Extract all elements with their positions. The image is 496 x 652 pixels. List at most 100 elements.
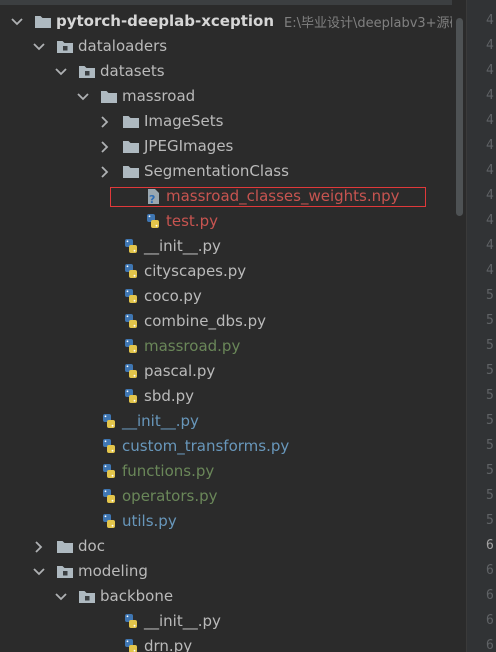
tree-item-imagesets[interactable]: ImageSets: [0, 109, 223, 134]
tree-item-label: ImageSets: [144, 112, 224, 130]
arrow-spacer: [98, 315, 112, 329]
line-number: 5: [486, 438, 494, 453]
python-file-icon: [144, 214, 162, 230]
line-number: 6: [486, 638, 494, 652]
tree-item-root[interactable]: pytorch-deeplab-xception E:\毕业设计\deeplabv…: [0, 9, 452, 34]
arrow-spacer: [76, 415, 90, 429]
tree-item-label: __init__.py: [122, 412, 199, 430]
python-file-icon: [122, 339, 140, 355]
line-number: 5: [486, 288, 494, 303]
chevron-down-icon[interactable]: [54, 65, 68, 79]
project-tree[interactable]: pytorch-deeplab-xception E:\毕业设计\deeplabv…: [0, 0, 452, 652]
line-number: 4: [486, 188, 494, 203]
tree-item-utils-py[interactable]: utils.py: [0, 509, 177, 534]
chevron-right-icon[interactable]: [98, 140, 112, 154]
tree-item-init-py-dataloaders[interactable]: __init__.py: [0, 409, 199, 434]
chevron-down-icon[interactable]: [32, 40, 46, 54]
editor-line-gutter: 4 4 4 4 4 4 4 4 4 4 4 5 5 5 5 5 5 5 5 5 5 6 6 6 6 6: [466, 0, 496, 652]
tree-item-label: test.py: [166, 212, 218, 230]
tree-item-label: pascal.py: [144, 362, 216, 380]
line-number: 5: [486, 363, 494, 378]
tree-item-doc[interactable]: doc: [0, 534, 105, 559]
python-file-icon: [122, 239, 140, 255]
tree-item-pascal-py[interactable]: pascal.py: [0, 359, 215, 384]
tree-item-sbd-py[interactable]: sbd.py: [0, 384, 194, 409]
tree-item-massroad-py[interactable]: massroad.py: [0, 334, 240, 359]
package-folder-icon: [78, 64, 96, 80]
tree-item-functions-py[interactable]: functions.py: [0, 459, 214, 484]
tree-item-segmentationclass[interactable]: SegmentationClass: [0, 159, 289, 184]
line-number: 5: [486, 388, 494, 403]
python-file-icon: [122, 364, 140, 380]
arrow-spacer: [76, 440, 90, 454]
line-number: 4: [486, 63, 494, 78]
tree-item-label: backbone: [100, 587, 174, 605]
tree-item-operators-py[interactable]: operators.py: [0, 484, 218, 509]
tree-item-label: sbd.py: [144, 387, 195, 405]
tree-item-drn-py[interactable]: drn.py: [0, 634, 192, 652]
package-folder-icon: [78, 589, 96, 605]
line-number: 4: [486, 88, 494, 103]
python-file-icon: [100, 514, 118, 530]
tree-item-label: coco.py: [144, 287, 202, 305]
arrow-spacer: [98, 265, 112, 279]
line-number: 5: [486, 338, 494, 353]
project-path-hint: E:\毕业设计\deeplabv3+源码: [284, 16, 452, 31]
chevron-down-icon[interactable]: [54, 590, 68, 604]
line-number: 4: [486, 113, 494, 128]
python-file-icon: [100, 464, 118, 480]
python-file-icon: [122, 264, 140, 280]
tree-item-backbone[interactable]: backbone: [0, 584, 173, 609]
tree-item-combine-dbs-py[interactable]: combine_dbs.py: [0, 309, 266, 334]
tree-item-label: operators.py: [122, 487, 218, 505]
line-number: 5: [486, 488, 494, 503]
line-number: 6: [486, 538, 494, 553]
arrow-spacer: [98, 290, 112, 304]
chevron-right-icon[interactable]: [98, 115, 112, 129]
arrow-spacer: [76, 515, 90, 529]
tree-item-cityscapes-py[interactable]: cityscapes.py: [0, 259, 246, 284]
line-number: 4: [486, 213, 494, 228]
folder-icon: [122, 139, 140, 155]
arrow-spacer: [76, 490, 90, 504]
tree-item-coco-py[interactable]: coco.py: [0, 284, 202, 309]
arrow-spacer: [76, 465, 90, 479]
chevron-right-icon[interactable]: [98, 165, 112, 179]
chevron-down-icon[interactable]: [32, 565, 46, 579]
chevron-down-icon[interactable]: [76, 90, 90, 104]
tree-item-label: utils.py: [122, 512, 177, 530]
python-file-icon: [122, 314, 140, 330]
tree-item-modeling[interactable]: modeling: [0, 559, 148, 584]
folder-icon: [122, 114, 140, 130]
tree-item-label: cityscapes.py: [144, 262, 247, 280]
tree-item-label: pytorch-deeplab-xception: [56, 12, 275, 30]
tree-item-label: massroad.py: [144, 337, 241, 355]
folder-icon: [122, 164, 140, 180]
tree-item-dataloaders[interactable]: dataloaders: [0, 34, 167, 59]
arrow-spacer: [98, 240, 112, 254]
tree-item-init-py-backbone[interactable]: __init__.py: [0, 609, 221, 634]
folder-icon: [100, 89, 118, 105]
arrow-spacer: [98, 390, 112, 404]
tree-item-label: drn.py: [144, 637, 193, 652]
line-number: 5: [486, 313, 494, 328]
chevron-right-icon[interactable]: [32, 540, 46, 554]
tree-item-datasets[interactable]: datasets: [0, 59, 165, 84]
line-number: 4: [486, 238, 494, 253]
line-number: 6: [486, 613, 494, 628]
scrollbar-thumb[interactable]: [456, 18, 463, 216]
package-folder-icon: [56, 564, 74, 580]
tree-item-jpegimages[interactable]: JPEGImages: [0, 134, 233, 159]
tree-item-label: massroad: [122, 87, 196, 105]
tree-item-label: combine_dbs.py: [144, 312, 266, 330]
tree-item-massroad[interactable]: massroad: [0, 84, 195, 109]
tree-item-test-py[interactable]: test.py: [0, 209, 218, 234]
chevron-down-icon[interactable]: [10, 15, 24, 29]
python-file-icon: [122, 639, 140, 652]
tree-item-label: datasets: [100, 62, 165, 80]
tree-item-custom-transforms-py[interactable]: custom_transforms.py: [0, 434, 289, 459]
line-number: 4: [486, 13, 494, 28]
tree-item-init-py-datasets[interactable]: __init__.py: [0, 234, 221, 259]
package-folder-icon: [56, 39, 74, 55]
arrow-spacer: [120, 215, 134, 229]
